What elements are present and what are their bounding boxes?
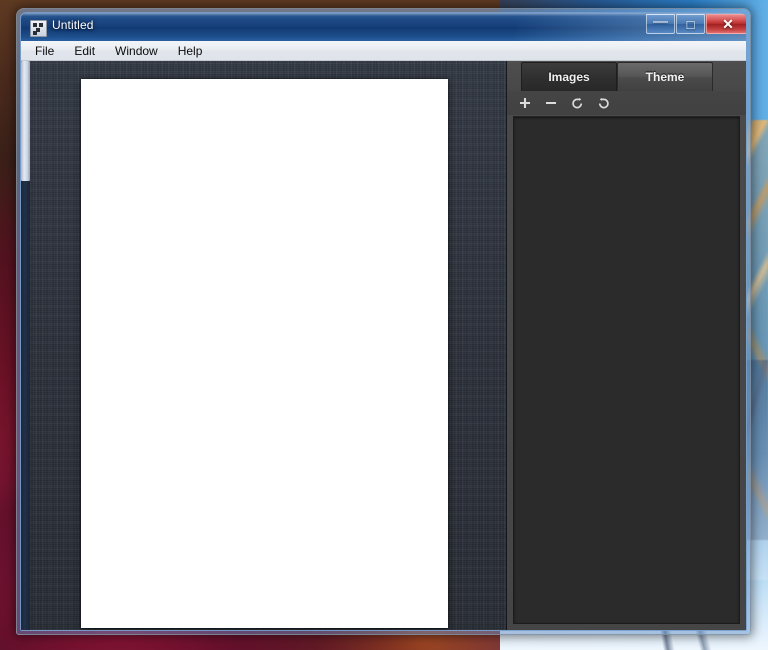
menu-item-window[interactable]: Window: [105, 42, 168, 60]
maximize-button[interactable]: □: [676, 14, 705, 34]
app-icon[interactable]: [30, 20, 47, 37]
minimize-button[interactable]: —: [646, 14, 675, 34]
menu-bar: File Edit Window Help: [21, 41, 746, 61]
menu-item-edit[interactable]: Edit: [64, 42, 105, 60]
canvas-scrollbar-thumb[interactable]: [21, 61, 30, 181]
panel-toolbar: [507, 91, 746, 115]
panel-tab-bar: Images Theme: [507, 61, 746, 91]
menu-item-help[interactable]: Help: [168, 42, 213, 60]
tab-theme[interactable]: Theme: [617, 62, 713, 91]
client-area: Images Theme: [21, 61, 746, 630]
menu-item-file[interactable]: File: [25, 42, 64, 60]
tab-bar-spacer: [507, 62, 521, 91]
add-icon[interactable]: [518, 96, 532, 110]
document-page[interactable]: [81, 79, 448, 628]
title-bar[interactable]: Untitled — □ ✕: [21, 13, 746, 41]
remove-icon[interactable]: [544, 96, 558, 110]
application-window: Untitled — □ ✕ File Edit Window Help Ima…: [17, 9, 750, 634]
side-panel: Images Theme: [506, 61, 746, 630]
tab-images[interactable]: Images: [521, 62, 617, 91]
canvas-scrollbar-track[interactable]: [21, 61, 30, 630]
close-button[interactable]: ✕: [706, 14, 746, 34]
rotate-left-icon[interactable]: [570, 96, 584, 110]
minimize-icon: —: [653, 13, 668, 30]
close-icon: ✕: [722, 15, 734, 32]
images-list-panel[interactable]: [513, 116, 740, 624]
tab-images-label: Images: [548, 70, 590, 84]
window-inner-frame: Untitled — □ ✕ File Edit Window Help Ima…: [20, 12, 747, 631]
maximize-icon: □: [686, 16, 695, 32]
canvas-area[interactable]: [21, 61, 506, 630]
rotate-right-icon[interactable]: [596, 96, 610, 110]
tab-theme-label: Theme: [645, 70, 685, 84]
window-title: Untitled: [52, 18, 94, 32]
